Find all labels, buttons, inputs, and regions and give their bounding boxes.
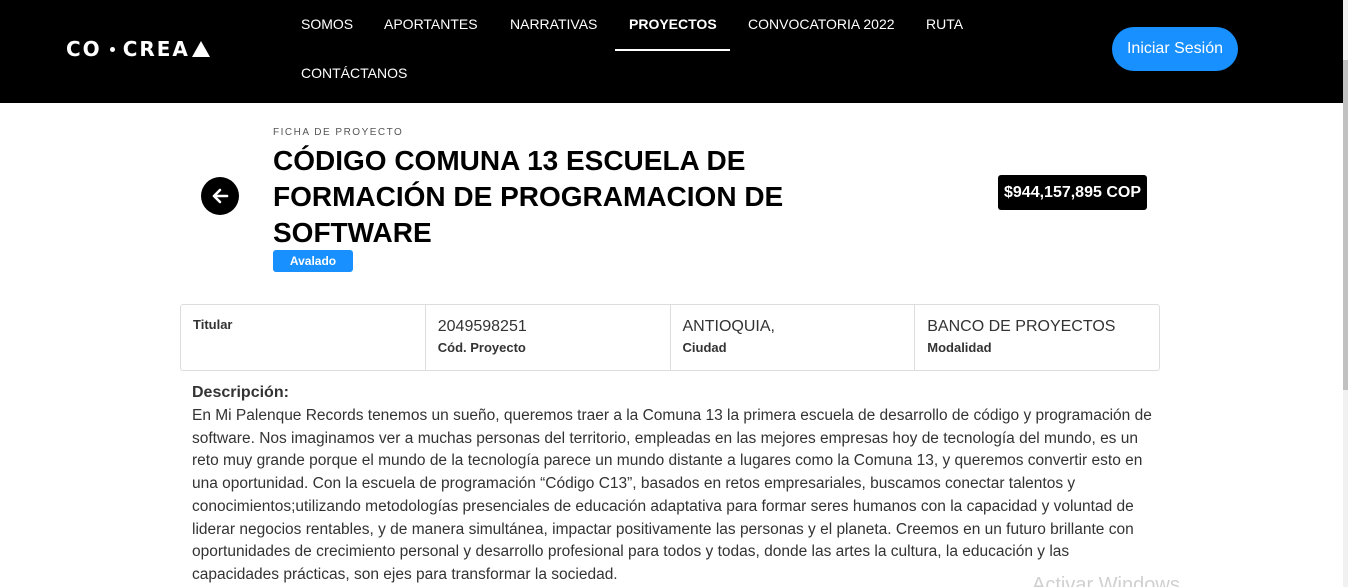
- modality-cell: BANCO DE PROYECTOS Modalidad: [915, 305, 1159, 370]
- windows-activation-watermark: Activar Windows: [1032, 574, 1180, 587]
- description-heading: Descripción:: [192, 384, 289, 401]
- titular-label: Titular: [193, 317, 233, 332]
- logo-triangle-icon: [191, 41, 210, 57]
- nav-active-underline: [615, 49, 730, 51]
- nav-item-convocatoria[interactable]: CONVOCATORIA 2022: [748, 16, 895, 32]
- back-button[interactable]: [201, 177, 239, 215]
- nav-item-aportantes[interactable]: APORTANTES: [384, 16, 478, 32]
- project-details-box: Titular 2049598251 Cód. Proyecto ANTIOQU…: [180, 304, 1160, 371]
- nav-item-proyectos[interactable]: PROYECTOS: [629, 16, 717, 32]
- city-cell: ANTIOQUIA, Ciudad: [671, 305, 916, 370]
- page-title: CÓDIGO COMUNA 13 ESCUELA DE FORMACIÓN DE…: [273, 145, 784, 248]
- scrollbar-thumb[interactable]: [1343, 60, 1348, 390]
- arrow-left-icon: [212, 188, 229, 204]
- page-scrollbar[interactable]: [1343, 0, 1348, 587]
- code-cell: 2049598251 Cód. Proyecto: [426, 305, 671, 370]
- project-code-value: 2049598251: [437, 318, 527, 335]
- top-navbar: CO CREA SOMOS APORTANTES NARRATIVAS PROY…: [0, 0, 1343, 103]
- status-badge: Avalado: [273, 250, 353, 272]
- nav-item-somos[interactable]: SOMOS: [301, 16, 353, 32]
- nav-item-contactanos[interactable]: CONTÁCTANOS: [301, 65, 407, 81]
- nav-item-ruta[interactable]: RUTA: [926, 16, 963, 32]
- logo-text-left: CO: [66, 37, 102, 61]
- cocrea-logo[interactable]: CO CREA: [66, 37, 210, 61]
- description-text: En Mi Palenque Records tenemos un sueño,…: [192, 407, 1152, 583]
- city-label: Ciudad: [682, 340, 727, 355]
- project-code-label: Cód. Proyecto: [437, 340, 526, 355]
- project-eyebrow: FICHA DE PROYECTO: [273, 127, 404, 138]
- titular-cell: Titular: [181, 305, 426, 370]
- logo-text-right: CREA: [122, 37, 190, 61]
- modality-label: Modalidad: [927, 340, 992, 355]
- nav-item-narrativas[interactable]: NARRATIVAS: [510, 16, 597, 32]
- amount-badge: $944,157,895 COP: [998, 175, 1147, 210]
- city-value: ANTIOQUIA,: [682, 318, 775, 335]
- modality-value: BANCO DE PROYECTOS: [927, 318, 1116, 335]
- login-button[interactable]: Iniciar Sesión: [1112, 27, 1238, 71]
- logo-dot: [109, 46, 115, 52]
